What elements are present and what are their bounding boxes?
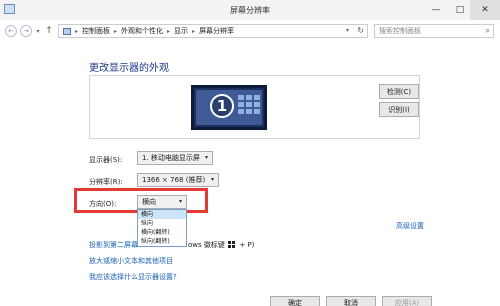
resolution-select[interactable]: 1366 × 768 (推荐) ▾ [137,173,219,187]
chevron-down-icon: ▾ [210,176,214,183]
title-bar: 屏幕分辨率 — □ ✕ [0,0,500,20]
windows-logo-icon [228,241,236,249]
recent-pages-dropdown[interactable]: ▾ [34,25,42,37]
maximize-button[interactable]: □ [448,0,472,20]
address-history-dropdown[interactable]: ▾ [346,27,349,34]
address-bar[interactable]: ▸ 控制面板 ▸ 外观和个性化 ▸ 显示 ▸ 屏幕分辨率 ▾ ↻ [58,24,368,38]
window-tiles-icon [238,95,260,114]
minimize-button[interactable]: — [424,0,448,20]
detect-button[interactable]: 检测(C) [379,84,419,99]
search-input[interactable]: 搜索控制面板 ⌕ [374,24,494,38]
control-panel-small-icon [63,27,71,35]
breadcrumb-appearance[interactable]: 外观和个性化 [121,26,163,36]
forward-button[interactable]: → [20,25,32,37]
breadcrumb-control-panel[interactable]: 控制面板 [82,26,110,36]
which-settings-link[interactable]: 我应该选择什么显示器设置? [89,272,177,282]
project-hint-prefix: ows 徽标键 [188,241,225,249]
breadcrumb-separator: ▸ [75,27,79,35]
back-button[interactable]: ← [5,25,17,37]
orientation-option-landscape-flipped[interactable]: 横向(翻转) [138,228,186,237]
monitor-number-badge: 1 [210,94,234,118]
ok-button[interactable]: 确定 [270,296,320,306]
refresh-icon[interactable]: ↻ [357,26,364,35]
breadcrumb-separator: ▸ [167,27,171,35]
orientation-option-portrait-flipped[interactable]: 纵向(翻转) [138,237,186,246]
close-button[interactable]: ✕ [470,0,500,20]
breadcrumb-separator: ▸ [114,27,118,35]
resolution-label: 分辨率(R): [89,178,123,186]
identify-button[interactable]: 识别(I) [379,102,419,117]
display-select[interactable]: 1. 移动电脑显示屏 ▾ [137,151,213,165]
apply-button[interactable]: 应用(A) [382,296,432,306]
chevron-down-icon: ▾ [204,154,208,161]
cancel-button[interactable]: 取消 [326,296,376,306]
orientation-option-landscape[interactable]: 横向 [138,210,186,219]
up-button[interactable]: ↑ [44,25,54,37]
search-icon[interactable]: ⌕ [486,26,490,36]
breadcrumb-separator: ▸ [192,27,196,35]
search-placeholder: 搜索控制面板 [379,27,421,35]
page-title: 更改显示器的外观 [89,63,169,74]
monitor-icon[interactable]: 1 [191,85,267,130]
monitor-preview-panel: 1 检测(C) 识别(I) [89,75,420,139]
resolution-select-value: 1366 × 768 (推荐) [142,176,206,184]
dialog-buttons: 确定 取消 应用(A) [0,296,500,306]
monitor-screen: 1 [196,90,262,125]
orientation-dropdown-list: 横向 纵向 横向(翻转) 纵向(翻转) [137,209,187,247]
breadcrumb-screen-resolution[interactable]: 屏幕分辨率 [199,26,234,36]
address-row: ← → ▾ ↑ ▸ 控制面板 ▸ 外观和个性化 ▸ 显示 ▸ 屏幕分辨率 ▾ ↻… [0,22,500,40]
orientation-option-portrait[interactable]: 纵向 [138,219,186,228]
advanced-settings-link[interactable]: 高级设置 [396,221,424,231]
enlarge-text-link[interactable]: 放大或缩小文本和其他项目 [89,256,173,266]
display-select-value: 1. 移动电脑显示屏 [142,154,200,162]
breadcrumb-display[interactable]: 显示 [174,26,188,36]
display-label: 显示器(S): [89,156,123,164]
project-second-screen-link[interactable]: 投影到第二屏幕 [89,240,138,250]
project-hint-suffix: + P) [239,241,255,249]
project-hint-text: ows 徽标键 + P) [188,240,254,250]
